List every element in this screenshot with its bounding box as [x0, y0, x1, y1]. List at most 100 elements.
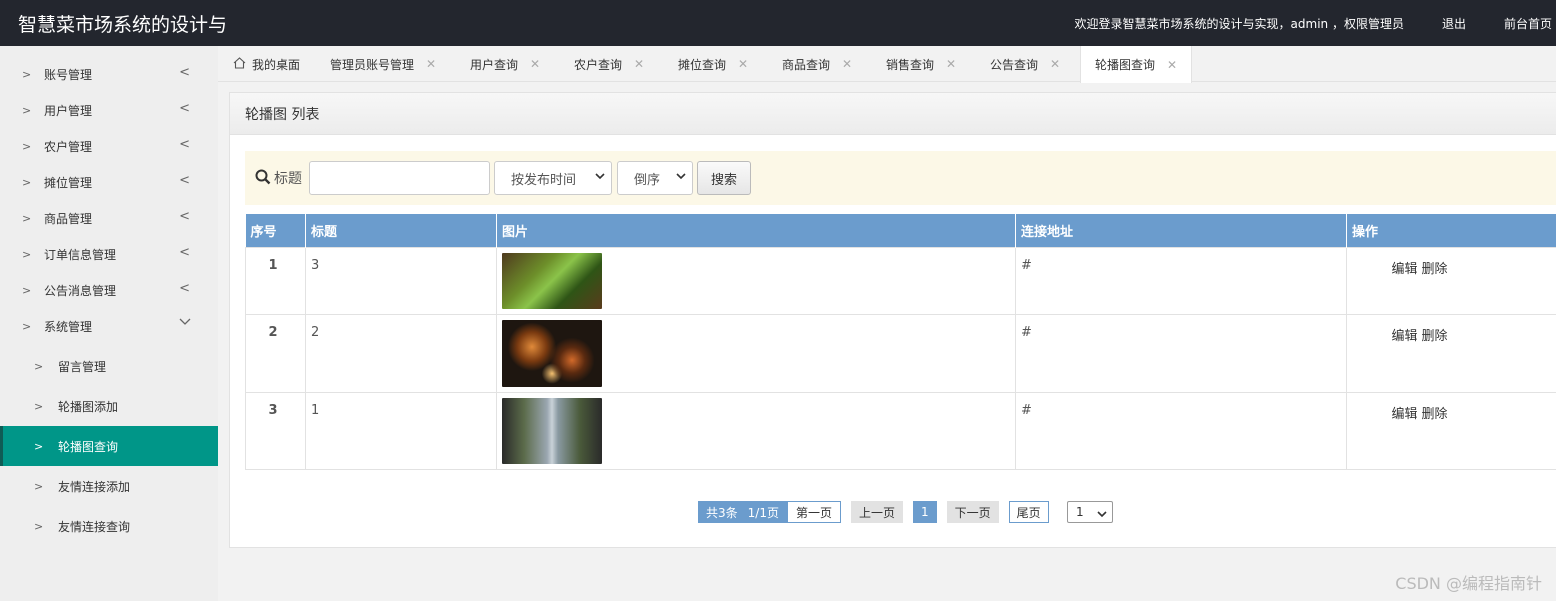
sort-field-select[interactable]: 按发布时间: [494, 161, 612, 195]
sidebar-item-users[interactable]: > 用户管理 <: [0, 92, 218, 128]
row-index: 1: [245, 246, 306, 315]
tab-label: 用户查询: [470, 57, 519, 72]
close-icon[interactable]: ✕: [738, 57, 748, 71]
chevron-right-icon: >: [22, 283, 32, 297]
close-icon[interactable]: ✕: [634, 57, 644, 71]
chevron-down-icon: [1097, 508, 1107, 522]
pager-first-button[interactable]: 第一页: [786, 501, 841, 523]
tab-label: 农户查询: [574, 57, 623, 72]
row-title: 2: [305, 313, 497, 393]
tab-user-query[interactable]: 用户查询 ✕: [470, 46, 540, 82]
carousel-table: 序号 标题 图片 连接地址 操作 1 3 # 编辑 删除 2 2 # 编辑 删除…: [245, 214, 1556, 470]
sidebar-item-label: 账号管理: [44, 67, 93, 82]
sidebar-item-orders[interactable]: > 订单信息管理 <: [0, 236, 218, 272]
page-jump-value: 1: [1076, 505, 1084, 519]
pager-total: 共3条: [698, 501, 746, 523]
tab-carousel-query[interactable]: 轮播图查询 ✕: [1080, 46, 1193, 83]
close-icon[interactable]: ✕: [1167, 58, 1177, 72]
chevron-left-icon: <: [179, 101, 190, 116]
tab-farmer-query[interactable]: 农户查询 ✕: [574, 46, 644, 82]
sidebar-item-account[interactable]: > 账号管理 <: [0, 56, 218, 92]
tab-stall-query[interactable]: 摊位查询 ✕: [678, 46, 748, 82]
chevron-left-icon: <: [179, 65, 190, 80]
row-index: 3: [245, 391, 306, 470]
close-icon[interactable]: ✕: [530, 57, 540, 71]
tab-sales-query[interactable]: 销售查询 ✕: [886, 46, 956, 82]
tab-admin-accounts[interactable]: 管理员账号管理 ✕: [330, 46, 436, 82]
tab-label: 商品查询: [782, 57, 831, 72]
delete-link[interactable]: 删除: [1422, 407, 1448, 422]
search-icon: [255, 169, 271, 185]
tab-label: 销售查询: [886, 57, 935, 72]
watermark: CSDN @编程指南针: [1395, 574, 1542, 593]
sidebar-item-label: 友情连接添加: [58, 479, 131, 494]
chevron-left-icon: <: [179, 137, 190, 152]
pager-current-page[interactable]: 1: [913, 501, 937, 523]
sidebar-sub-carousel-add[interactable]: > 轮播图添加: [0, 386, 218, 426]
row-link: #: [1015, 313, 1347, 393]
sidebar-sub-links-add[interactable]: > 友情连接添加: [0, 466, 218, 506]
app-title: 智慧菜市场系统的设计与: [18, 14, 228, 36]
sidebar-item-label: 轮播图查询: [58, 439, 119, 454]
page-jump-select[interactable]: 1: [1067, 501, 1113, 523]
close-icon[interactable]: ✕: [426, 57, 436, 71]
chevron-right-icon: >: [34, 399, 44, 413]
row-actions: 编辑 删除: [1346, 391, 1556, 470]
row-image-cell: [496, 246, 1016, 315]
top-header: 智慧菜市场系统的设计与 欢迎登录智慧菜市场系统的设计与实现，admin ，权限管…: [0, 0, 1556, 46]
pager-prev-button[interactable]: 上一页: [850, 501, 903, 523]
row-index: 2: [245, 313, 306, 393]
sidebar-sub-links-query[interactable]: > 友情连接查询: [0, 506, 218, 546]
pager-last-button[interactable]: 尾页: [1008, 501, 1049, 523]
edit-link[interactable]: 编辑: [1391, 262, 1417, 277]
carousel-thumbnail: [502, 397, 602, 464]
tab-goods-query[interactable]: 商品查询 ✕: [782, 46, 852, 82]
sidebar-item-farmers[interactable]: > 农户管理 <: [0, 128, 218, 164]
chevron-right-icon: >: [34, 439, 44, 453]
row-image-cell: [496, 391, 1016, 470]
chevron-right-icon: >: [34, 359, 44, 373]
chevron-down-icon: [676, 171, 686, 184]
tab-label: 公告查询: [990, 57, 1039, 72]
chevron-right-icon: >: [22, 67, 32, 81]
delete-link[interactable]: 删除: [1422, 329, 1448, 344]
frontpage-link[interactable]: 前台首页: [1504, 15, 1552, 32]
sidebar-item-goods[interactable]: > 商品管理 <: [0, 200, 218, 236]
home-icon: [233, 56, 246, 72]
content-panel: 轮播图 列表 标题 按发布时间 倒序 搜索 序号 标题 图片 连接地址 操作 1…: [229, 92, 1556, 548]
edit-link[interactable]: 编辑: [1391, 329, 1417, 344]
pagination: 共3条 1/1页 第一页 上一页 1 下一页 尾页: [698, 501, 1049, 523]
sidebar-sub-messages[interactable]: > 留言管理: [0, 346, 218, 386]
pager-pages: 1/1页: [745, 501, 787, 523]
header-right: 欢迎登录智慧菜市场系统的设计与实现，admin ，权限管理员 退出 前台首页: [1075, 0, 1552, 46]
column-header: 序号: [245, 214, 306, 247]
sort-field-value: 按发布时间: [511, 172, 577, 188]
sidebar-item-system[interactable]: > 系统管理: [0, 308, 218, 344]
tab-desktop[interactable]: 我的桌面: [233, 46, 300, 82]
sidebar-sub-carousel-query[interactable]: > 轮播图查询: [0, 426, 218, 466]
delete-link[interactable]: 删除: [1422, 262, 1448, 277]
tab-label: 轮播图查询: [1095, 58, 1156, 72]
tab-notice-query[interactable]: 公告查询 ✕: [990, 46, 1060, 82]
tab-label: 我的桌面: [252, 57, 301, 72]
chevron-right-icon: >: [22, 103, 32, 117]
sidebar-item-label: 轮播图添加: [58, 399, 119, 414]
title-search-input[interactable]: [309, 161, 490, 195]
sort-order-select[interactable]: 倒序: [617, 161, 693, 195]
table-row: 3 1 # 编辑 删除: [245, 391, 1556, 470]
row-actions: 编辑 删除: [1346, 246, 1556, 315]
sidebar-item-stalls[interactable]: > 摊位管理 <: [0, 164, 218, 200]
table-row: 1 3 # 编辑 删除: [245, 246, 1556, 315]
close-icon[interactable]: ✕: [1050, 57, 1060, 71]
tab-label: 摊位查询: [678, 57, 727, 72]
pager-next-button[interactable]: 下一页: [946, 501, 999, 523]
sidebar-item-label: 友情连接查询: [58, 519, 131, 534]
search-button[interactable]: 搜索: [697, 161, 751, 195]
close-icon[interactable]: ✕: [946, 57, 956, 71]
edit-link[interactable]: 编辑: [1391, 407, 1417, 422]
close-icon[interactable]: ✕: [842, 57, 852, 71]
logout-link[interactable]: 退出: [1442, 15, 1466, 32]
chevron-down-icon: [178, 315, 192, 333]
chevron-left-icon: <: [179, 245, 190, 260]
sidebar-item-notices[interactable]: > 公告消息管理 <: [0, 272, 218, 308]
